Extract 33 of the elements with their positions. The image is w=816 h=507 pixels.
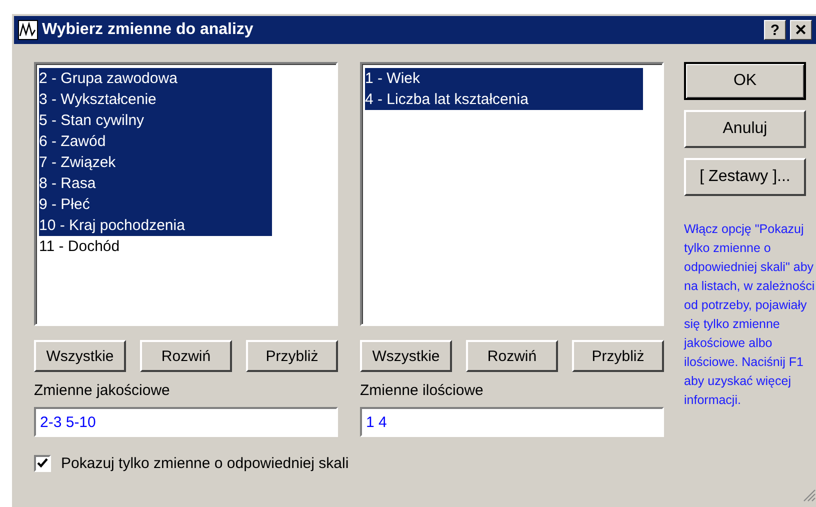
list-item[interactable]: 8 - Rasa — [39, 173, 272, 194]
input-field[interactable]: 1 4 — [360, 407, 664, 437]
list-item[interactable]: 1 - Wiek — [365, 68, 643, 89]
select-all-button[interactable]: Wszystkie — [34, 340, 126, 372]
help-text: Włącz opcję "Pokazuj tylko zmienne o odpowiedniej skali" aby na listach, w zależności od potrzeby, pojawiały się tylko zmienne jakościowe albo ilościowe. Naciśnij F1 aby uzyskać więcej informacji. — [684, 221, 816, 409]
variable-list[interactable]: 2 - Grupa zawodowa 3 - Wykształcenie 5 - Stan cywilny 6 - Zawód 7 - Związek 8 - Rasa 9 - Płeć 10 - Kraj pochodzenia 11 - Dochód — [34, 62, 338, 326]
list-item[interactable]: 5 - Stan cywilny — [39, 110, 272, 131]
zoom-button[interactable]: Przybliż — [246, 340, 338, 372]
checkbox-label[interactable]: Pokazuj tylko zmienne o odpowiedniej skali — [61, 455, 349, 472]
list-item[interactable]: 2 - Grupa zawodowa — [39, 68, 272, 89]
field-label: Zmienne ilościowe — [360, 382, 484, 399]
list-item[interactable]: 10 - Kraj pochodzenia — [39, 215, 272, 236]
sets-button[interactable]: [ Zestawy ]... — [684, 158, 806, 196]
zoom-button[interactable]: Przybliż — [572, 340, 664, 372]
list-item[interactable]: 4 - Liczba lat kształcenia — [365, 89, 643, 110]
expand-button[interactable]: Rozwiń — [466, 340, 558, 372]
input-field[interactable]: 2-3 5-10 — [34, 407, 338, 437]
list-item[interactable]: 11 - Dochód — [39, 236, 272, 257]
checkbox[interactable] — [34, 455, 51, 472]
list-item[interactable]: 3 - Wykształcenie — [39, 89, 272, 110]
expand-button[interactable]: Rozwiń — [140, 340, 232, 372]
list-item[interactable]: 6 - Zawód — [39, 131, 272, 152]
ok-button[interactable]: OK — [684, 62, 806, 100]
window-title: Wybierz zmienne do analizy — [42, 21, 254, 39]
list-item[interactable]: 7 - Związek — [39, 152, 272, 173]
cancel-button[interactable]: Anuluj — [684, 110, 806, 148]
close-button[interactable]: ✕ — [790, 20, 812, 40]
select-all-button[interactable]: Wszystkie — [360, 340, 452, 372]
variable-list[interactable]: 1 - Wiek 4 - Liczba lat kształcenia — [360, 62, 664, 326]
field-label: Zmienne jakościowe — [34, 382, 171, 399]
list-item[interactable]: 9 - Płeć — [39, 194, 272, 215]
chart-icon — [18, 20, 38, 40]
help-button[interactable]: ? — [764, 20, 786, 40]
